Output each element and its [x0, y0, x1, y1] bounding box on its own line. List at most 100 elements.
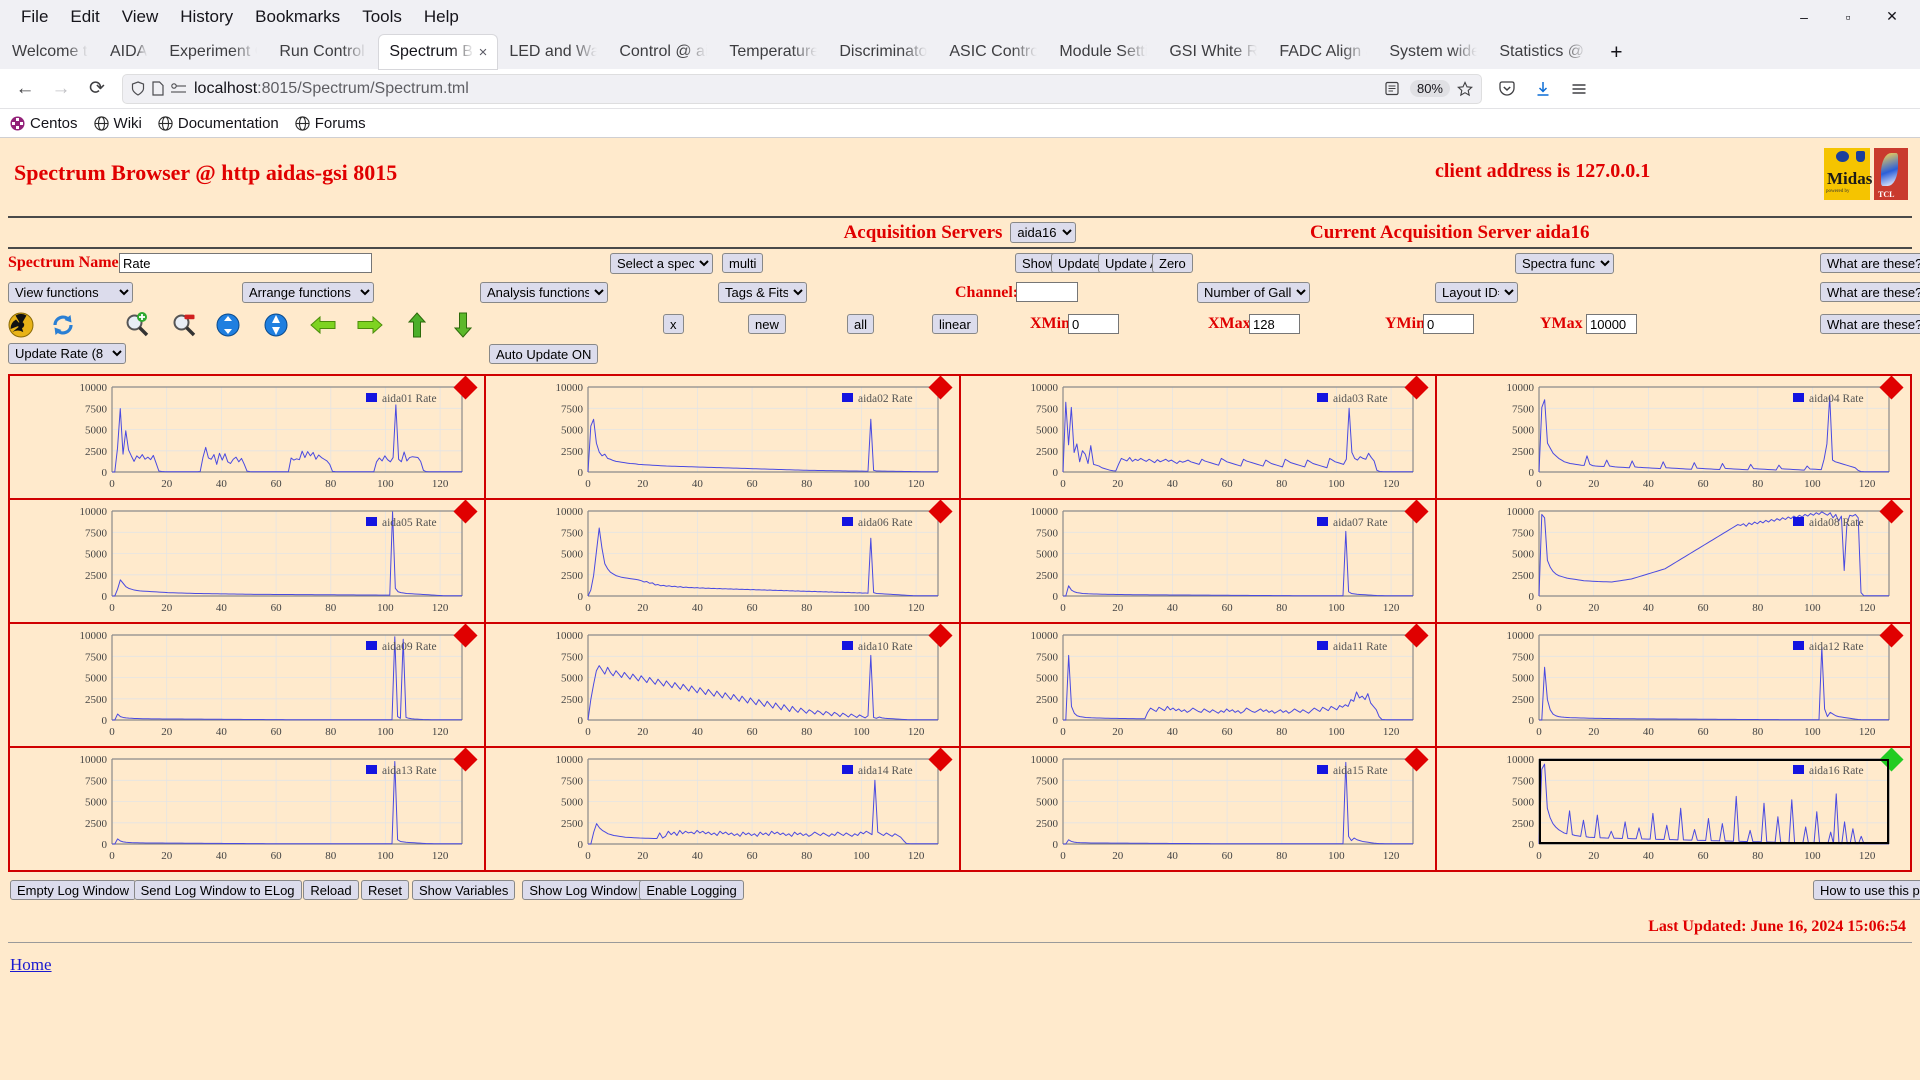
browser-tab[interactable]: System wide Ch	[1379, 35, 1487, 69]
arrow-down-icon[interactable]	[452, 312, 478, 338]
arrow-up-icon[interactable]	[406, 312, 432, 338]
footer-button-4[interactable]: Show Variables	[412, 880, 516, 900]
gallery-cell[interactable]: 0 2500 5000 7500 10000 0 20 40 60 80 100 120 aida13 …	[8, 746, 486, 872]
gallery-cell[interactable]: 0 2500 5000 7500 10000 0 20 40 60 80 100 120 aida12 …	[1434, 622, 1912, 748]
pocket-icon[interactable]	[1490, 73, 1524, 105]
menu-item-bookmarks[interactable]: Bookmarks	[244, 4, 351, 30]
browser-tab[interactable]: Welcome to Cen	[2, 35, 98, 69]
refresh-icon[interactable]	[50, 312, 76, 338]
spectrum-plot[interactable]: 0 2500 5000 7500 10000 0 20 40 60 80 100 120 aida02 …	[486, 375, 960, 498]
browser-tab[interactable]: Temperature an	[719, 35, 827, 69]
spectrum-plot[interactable]: 0 2500 5000 7500 10000 0 20 40 60 80 100 120 aida15 …	[961, 747, 1435, 870]
linear-button[interactable]: linear	[932, 314, 978, 334]
channel-input[interactable]	[1016, 282, 1078, 302]
home-link[interactable]: Home	[10, 955, 52, 974]
zoom-in-icon[interactable]	[124, 312, 150, 338]
all-button[interactable]: all	[847, 314, 875, 334]
bookmark-item[interactable]: Documentation	[158, 115, 279, 132]
browser-tab[interactable]: Discriminator co	[829, 35, 937, 69]
gallery-cell[interactable]: 0 2500 5000 7500 10000 0 20 40 60 80 100 120 aida16 …	[1434, 746, 1912, 872]
browser-tab[interactable]: Experiment Con	[159, 35, 267, 69]
spectrum-plot[interactable]: 0 2500 5000 7500 10000 0 20 40 60 80 100 120 aida10 …	[486, 623, 960, 746]
bookmark-item[interactable]: Wiki	[93, 115, 142, 132]
gallery-cell[interactable]: 0 2500 5000 7500 10000 0 20 40 60 80 100 120 aida10 …	[483, 622, 961, 748]
ymin-input[interactable]	[1423, 314, 1474, 334]
menu-item-help[interactable]: Help	[413, 4, 470, 30]
multi-button[interactable]: multi	[722, 253, 764, 273]
browser-tab[interactable]: AIDA	[100, 35, 157, 69]
menu-item-tools[interactable]: Tools	[351, 4, 413, 30]
footer-button-2[interactable]: Reload	[303, 880, 359, 900]
gallery-cell[interactable]: 0 2500 5000 7500 10000 0 20 40 60 80 100 120 aida09 …	[8, 622, 486, 748]
reader-mode-icon[interactable]	[1385, 81, 1399, 96]
gallery-cell[interactable]: 0 2500 5000 7500 10000 0 20 40 60 80 100 120 aida08 …	[1434, 498, 1912, 624]
spectrum-plot[interactable]: 0 2500 5000 7500 10000 0 20 40 60 80 100 120 aida06 …	[486, 499, 960, 622]
bookmark-item[interactable]: Centos	[10, 115, 78, 132]
what-are-these-button-3[interactable]: What are these?	[1820, 314, 1920, 334]
menu-item-history[interactable]: History	[169, 4, 244, 30]
update-rate-dropdown[interactable]: Update Rate (8 secs)	[8, 343, 126, 364]
how-to-use-button[interactable]: How to use this page	[1813, 880, 1920, 900]
menu-item-view[interactable]: View	[111, 4, 170, 30]
spectra-functions-dropdown[interactable]: Spectra functions	[1515, 253, 1614, 274]
auto-update-button[interactable]: Auto Update ON	[489, 344, 599, 364]
browser-tab[interactable]: Statistics @ aida	[1489, 35, 1597, 69]
footer-button-5[interactable]: Show Log Window	[522, 880, 645, 900]
spectrum-plot[interactable]: 0 2500 5000 7500 10000 0 20 40 60 80 100 120 aida01 …	[10, 375, 484, 498]
gallery-cell[interactable]: 0 2500 5000 7500 10000 0 20 40 60 80 100 120 aida01 …	[8, 374, 486, 500]
gallery-cell[interactable]: 0 2500 5000 7500 10000 0 20 40 60 80 100 120 aida11 …	[959, 622, 1437, 748]
minimize-icon[interactable]: –	[1782, 2, 1826, 32]
browser-tab[interactable]: GSI White Rabbi	[1159, 35, 1267, 69]
spectrum-plot[interactable]: 0 2500 5000 7500 10000 0 20 40 60 80 100 120 aida07 …	[961, 499, 1435, 622]
browser-tab[interactable]: Control @ aidas	[609, 35, 717, 69]
gallery-cell[interactable]: 0 2500 5000 7500 10000 0 20 40 60 80 100 120 aida14 …	[483, 746, 961, 872]
gallery-cell[interactable]: 0 2500 5000 7500 10000 0 20 40 60 80 100 120 aida07 …	[959, 498, 1437, 624]
expand-down-icon[interactable]	[215, 312, 241, 338]
menu-item-edit[interactable]: Edit	[59, 4, 110, 30]
spectrum-plot[interactable]: 0 2500 5000 7500 10000 0 20 40 60 80 100 120 aida04 …	[1437, 375, 1911, 498]
expand-up-icon[interactable]	[263, 312, 289, 338]
browser-tab[interactable]: FADC Align & C	[1269, 35, 1377, 69]
x-button[interactable]: x	[663, 314, 684, 334]
maximize-icon[interactable]: ▫	[1826, 2, 1870, 32]
gallery-cell[interactable]: 0 2500 5000 7500 10000 0 20 40 60 80 100 120 aida15 …	[959, 746, 1437, 872]
menu-item-file[interactable]: File	[10, 4, 59, 30]
arrange-functions-dropdown[interactable]: Arrange functions	[242, 282, 374, 303]
arrow-left-icon[interactable]	[310, 314, 336, 340]
number-of-galleries-dropdown[interactable]: Number of Galleries	[1197, 282, 1310, 303]
spectrum-plot[interactable]: 0 2500 5000 7500 10000 0 20 40 60 80 100 120 aida13 …	[10, 747, 484, 870]
browser-tab[interactable]: ASIC Control @	[939, 35, 1047, 69]
zoom-out-icon[interactable]	[171, 312, 197, 338]
spectrum-plot[interactable]: 0 2500 5000 7500 10000 0 20 40 60 80 100 120 aida12 …	[1437, 623, 1911, 746]
browser-tab[interactable]: Spectrum Brow ×	[379, 35, 498, 69]
bookmark-item[interactable]: Forums	[295, 115, 366, 132]
new-button[interactable]: new	[748, 314, 786, 334]
new-tab-button[interactable]: +	[1599, 37, 1633, 69]
spectrum-plot[interactable]: 0 2500 5000 7500 10000 0 20 40 60 80 100 120 aida03 …	[961, 375, 1435, 498]
acquisition-server-select[interactable]: aida16	[1010, 222, 1077, 243]
xmin-input[interactable]	[1068, 314, 1119, 334]
select-spectrum-dropdown[interactable]: Select a spectrum	[610, 253, 713, 274]
arrow-right-icon[interactable]	[357, 314, 383, 340]
footer-button-0[interactable]: Empty Log Window	[10, 880, 136, 900]
view-functions-dropdown[interactable]: View functions	[8, 282, 133, 303]
url-bar[interactable]: localhost:8015/Spectrum/Spectrum.tml 80%	[122, 73, 1482, 104]
ymax-input[interactable]	[1586, 314, 1637, 334]
spectrum-name-input[interactable]	[119, 253, 372, 273]
spectrum-plot[interactable]: 0 2500 5000 7500 10000 0 20 40 60 80 100 120 aida16 …	[1437, 747, 1911, 870]
back-icon[interactable]: ←	[8, 73, 42, 105]
spectrum-plot[interactable]: 0 2500 5000 7500 10000 0 20 40 60 80 100 120 aida11 …	[961, 623, 1435, 746]
gallery-cell[interactable]: 0 2500 5000 7500 10000 0 20 40 60 80 100 120 aida02 …	[483, 374, 961, 500]
permissions-icon[interactable]	[171, 82, 187, 95]
gallery-cell[interactable]: 0 2500 5000 7500 10000 0 20 40 60 80 100 120 aida03 …	[959, 374, 1437, 500]
zoom-level-badge[interactable]: 80%	[1409, 80, 1450, 97]
reload-icon[interactable]: ⟳	[80, 73, 114, 105]
spectrum-plot[interactable]: 0 2500 5000 7500 10000 0 20 40 60 80 100 120 aida08 …	[1437, 499, 1911, 622]
gallery-cell[interactable]: 0 2500 5000 7500 10000 0 20 40 60 80 100 120 aida04 …	[1434, 374, 1912, 500]
footer-button-1[interactable]: Send Log Window to ELog	[133, 880, 302, 900]
tab-close-icon[interactable]: ×	[479, 44, 488, 61]
footer-button-6[interactable]: Enable Logging	[639, 880, 744, 900]
close-icon[interactable]: ✕	[1870, 2, 1914, 32]
gallery-cell[interactable]: 0 2500 5000 7500 10000 0 20 40 60 80 100 120 aida06 …	[483, 498, 961, 624]
app-menu-icon[interactable]	[1562, 73, 1596, 105]
